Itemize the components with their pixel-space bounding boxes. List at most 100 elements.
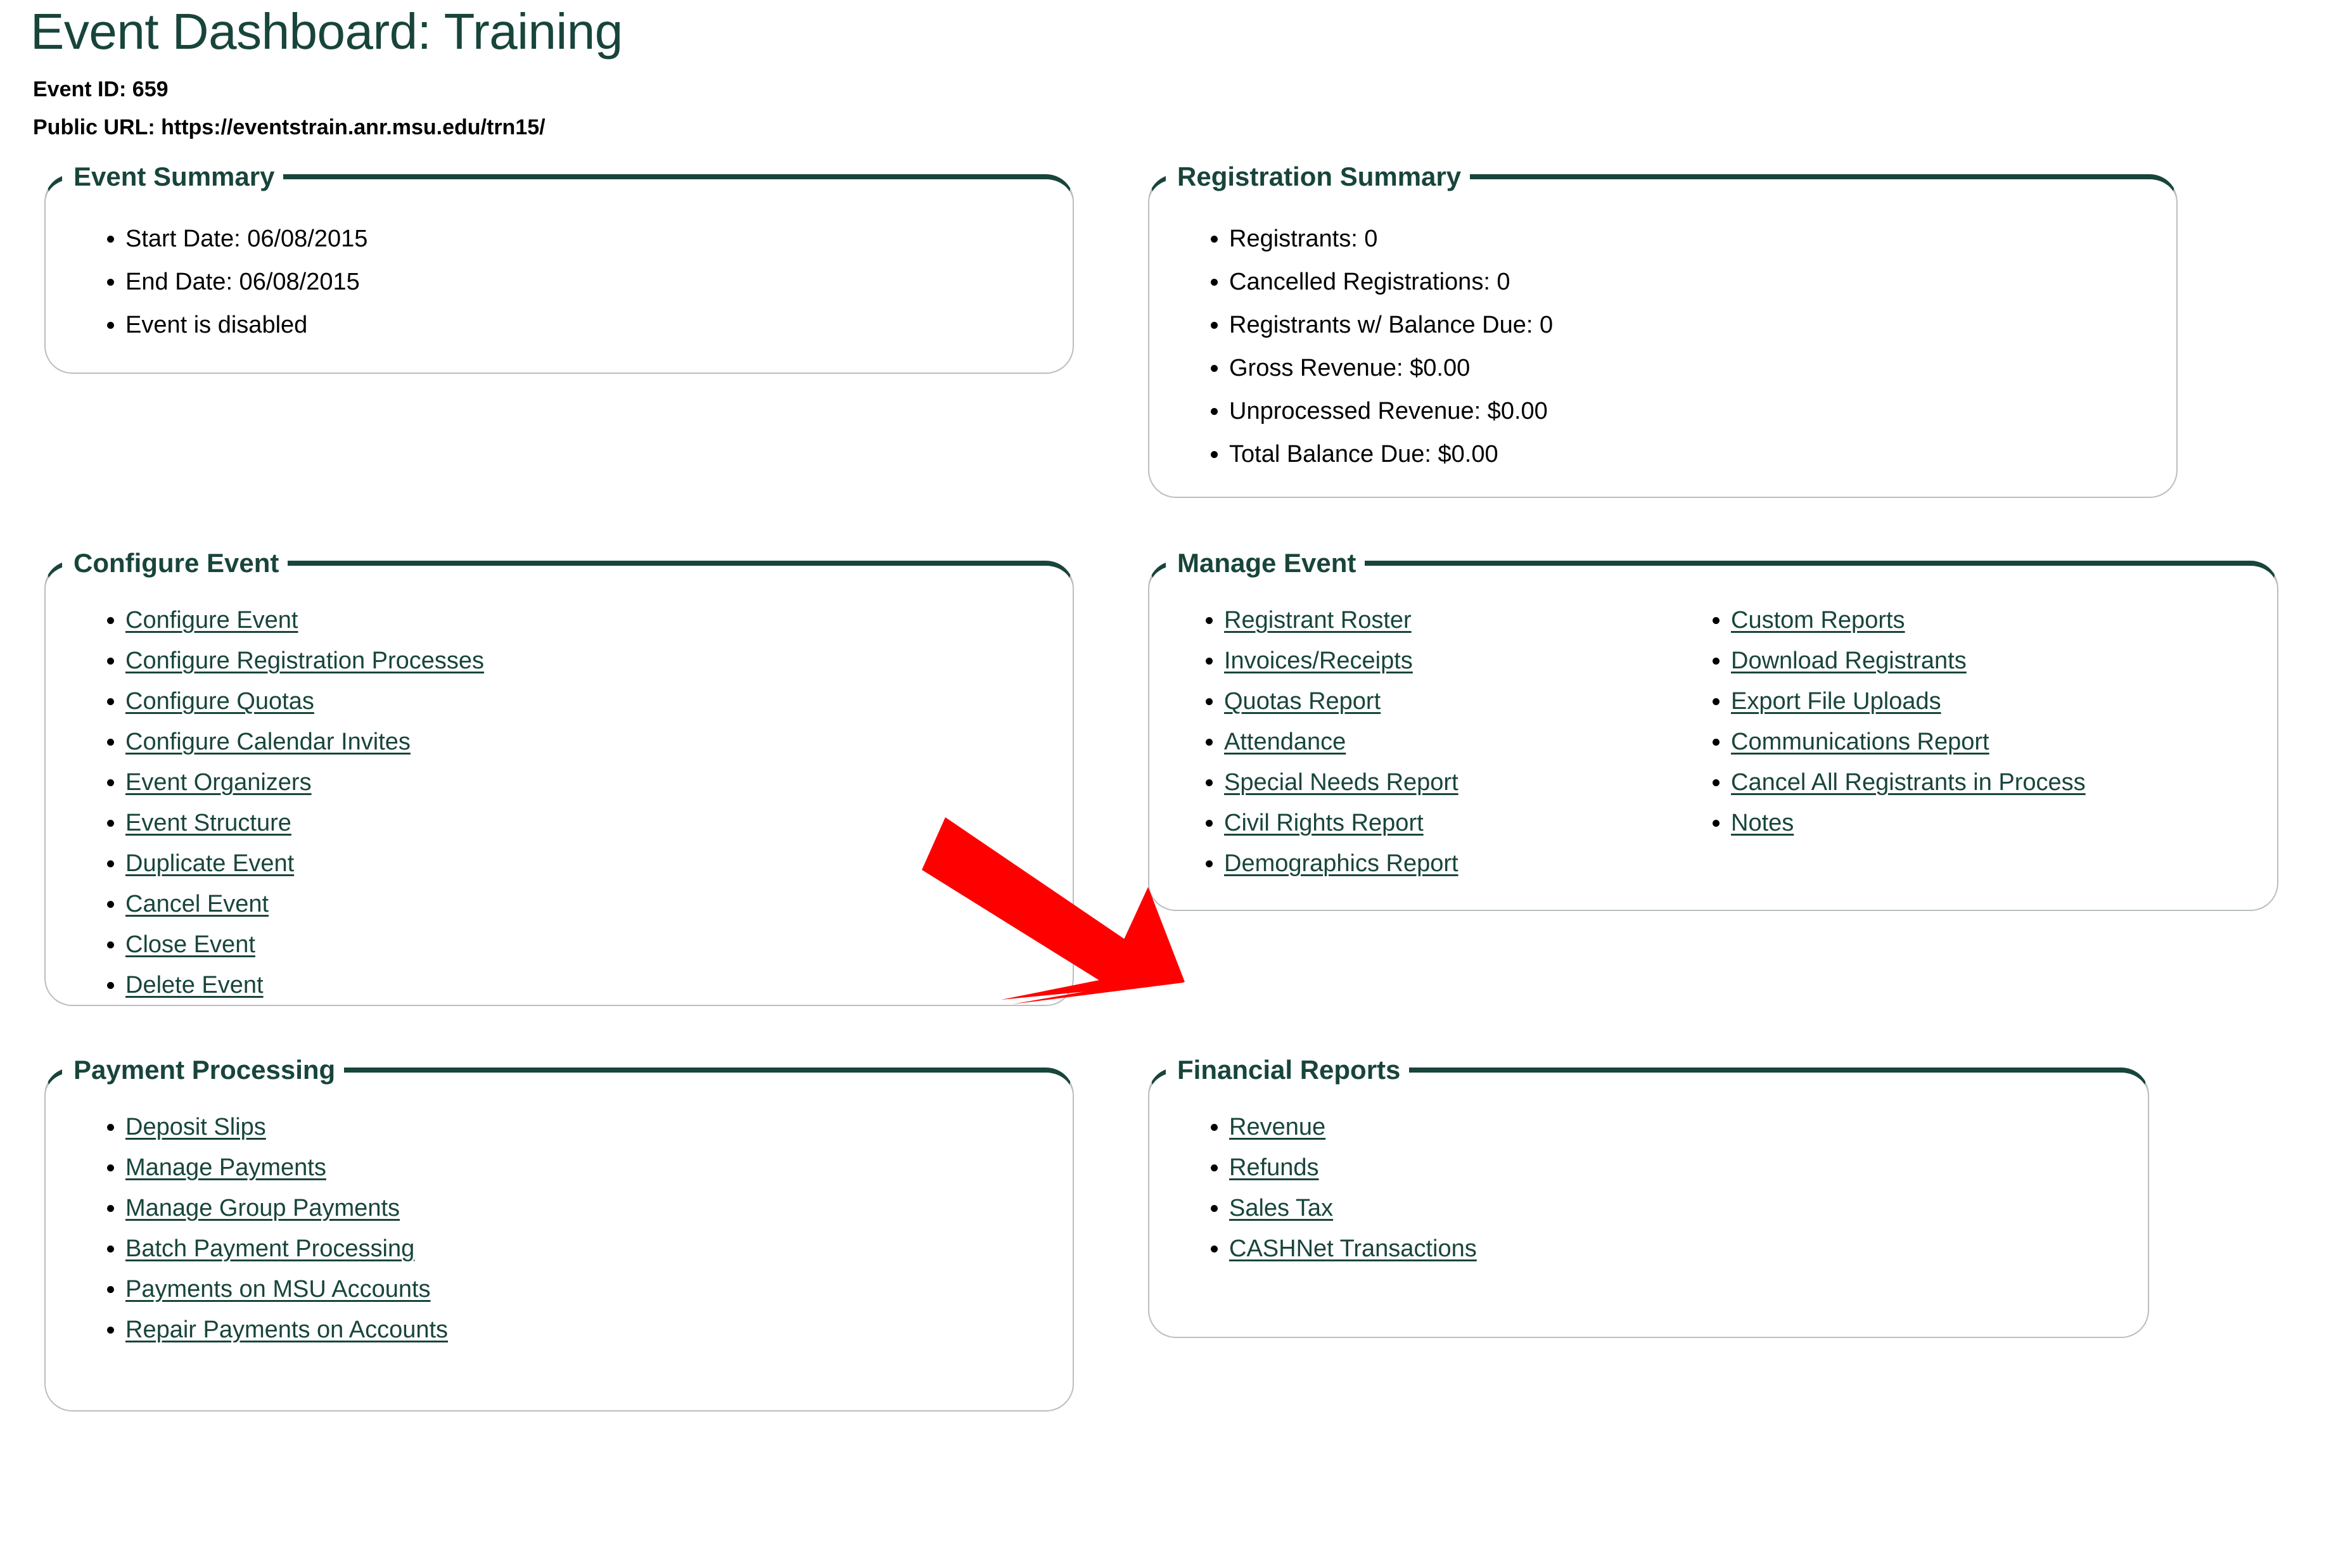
list-item: Delete Event: [125, 973, 1047, 997]
panel-grid: Event Summary Start Date: 06/08/2015 End…: [0, 163, 2336, 1412]
summary-left-column: Event Summary Start Date: 06/08/2015 End…: [0, 163, 1134, 498]
list-item: Event Organizers: [125, 770, 1047, 794]
list-item: Configure Event: [125, 608, 1047, 632]
link-demographics-report[interactable]: Demographics Report: [1224, 850, 1458, 877]
list-item: CASHNet Transactions: [1229, 1237, 2122, 1261]
link-sales-tax[interactable]: Sales Tax: [1229, 1195, 1333, 1221]
manage-event-link-list-1: Registrant Roster Invoices/Receipts Quot…: [1175, 608, 1682, 876]
link-close-event[interactable]: Close Event: [125, 931, 255, 958]
link-manage-payments[interactable]: Manage Payments: [125, 1154, 326, 1181]
actions-right-column: Manage Event Registrant Roster Invoices/…: [1134, 550, 2278, 1006]
list-item: Repair Payments on Accounts: [125, 1318, 1047, 1342]
list-item: Total Balance Due: $0.00: [1229, 442, 2151, 466]
manage-event-legend: Manage Event: [1177, 548, 1356, 578]
link-repair-payments-on-accounts[interactable]: Repair Payments on Accounts: [125, 1316, 448, 1343]
manage-event-link-list-2: Custom Reports Download Registrants Expo…: [1682, 608, 2252, 835]
actions-left-column: Configure Event Configure Event Configur…: [0, 550, 1134, 1006]
registration-summary-body: Registrants: 0 Cancelled Registrations: …: [1149, 190, 2176, 499]
list-item: Communications Report: [1731, 730, 2252, 754]
financial-reports-body: Revenue Refunds Sales Tax CASHNet Transa…: [1149, 1083, 2148, 1310]
list-item: Batch Payment Processing: [125, 1237, 1047, 1261]
link-deposit-slips[interactable]: Deposit Slips: [125, 1114, 266, 1140]
list-item: Event is disabled: [125, 313, 1047, 337]
list-item: Configure Calendar Invites: [125, 730, 1047, 754]
link-configure-registration-processes[interactable]: Configure Registration Processes: [125, 647, 484, 674]
link-batch-payment-processing[interactable]: Batch Payment Processing: [125, 1235, 414, 1262]
public-url-label: Public URL: https://eventstrain.anr.msu.…: [33, 115, 546, 139]
list-item: Download Registrants: [1731, 649, 2252, 673]
list-item: Manage Group Payments: [125, 1196, 1047, 1220]
list-item: Refunds: [1229, 1156, 2122, 1180]
link-event-structure[interactable]: Event Structure: [125, 810, 291, 836]
manage-event-panel: Manage Event Registrant Roster Invoices/…: [1148, 550, 2278, 911]
link-civil-rights-report[interactable]: Civil Rights Report: [1224, 810, 1424, 836]
list-item: Civil Rights Report: [1224, 811, 1682, 835]
link-cashnet-transactions[interactable]: CASHNet Transactions: [1229, 1235, 1477, 1262]
link-custom-reports[interactable]: Custom Reports: [1731, 607, 1905, 634]
financial-reports-link-list: Revenue Refunds Sales Tax CASHNet Transa…: [1175, 1115, 2122, 1261]
list-item: Demographics Report: [1224, 851, 1682, 876]
link-configure-calendar-invites[interactable]: Configure Calendar Invites: [125, 729, 411, 755]
manage-event-body: Registrant Roster Invoices/Receipts Quot…: [1149, 577, 2277, 925]
list-item: Sales Tax: [1229, 1196, 2122, 1220]
page-title: Event Dashboard: Training: [30, 3, 623, 60]
list-item: Attendance: [1224, 730, 1682, 754]
summary-row: Event Summary Start Date: 06/08/2015 End…: [0, 163, 2336, 498]
registration-summary-panel: Registration Summary Registrants: 0 Canc…: [1148, 163, 2178, 498]
manage-event-column-1: Registrant Roster Invoices/Receipts Quot…: [1175, 608, 1682, 892]
payments-right-column: Financial Reports Revenue Refunds Sales …: [1134, 1057, 2268, 1412]
list-item: Unprocessed Revenue: $0.00: [1229, 399, 2151, 423]
list-item: Revenue: [1229, 1115, 2122, 1139]
list-item: Special Needs Report: [1224, 770, 1682, 794]
link-special-needs-report[interactable]: Special Needs Report: [1224, 769, 1458, 796]
event-summary-panel: Event Summary Start Date: 06/08/2015 End…: [44, 163, 1074, 374]
link-event-organizers[interactable]: Event Organizers: [125, 769, 312, 796]
financial-reports-panel: Financial Reports Revenue Refunds Sales …: [1148, 1057, 2149, 1338]
actions-row: Configure Event Configure Event Configur…: [0, 550, 2336, 1006]
registration-summary-list: Registrants: 0 Cancelled Registrations: …: [1175, 227, 2151, 466]
registration-summary-legend: Registration Summary: [1177, 162, 1462, 191]
link-download-registrants[interactable]: Download Registrants: [1731, 647, 1967, 674]
payments-left-column: Payment Processing Deposit Slips Manage …: [0, 1057, 1134, 1412]
list-item: Close Event: [125, 933, 1047, 957]
list-item: Custom Reports: [1731, 608, 2252, 632]
configure-event-body: Configure Event Configure Registration P…: [46, 577, 1073, 1047]
list-item: Configure Quotas: [125, 689, 1047, 713]
list-item: Cancel All Registrants in Process: [1731, 770, 2252, 794]
link-payments-on-msu-accounts[interactable]: Payments on MSU Accounts: [125, 1276, 431, 1303]
configure-event-link-list: Configure Event Configure Registration P…: [71, 608, 1047, 997]
configure-event-panel: Configure Event Configure Event Configur…: [44, 550, 1074, 1006]
link-configure-event[interactable]: Configure Event: [125, 607, 298, 634]
configure-event-legend: Configure Event: [73, 548, 279, 578]
list-item: Start Date: 06/08/2015: [125, 227, 1047, 251]
link-attendance[interactable]: Attendance: [1224, 729, 1346, 755]
link-export-file-uploads[interactable]: Export File Uploads: [1731, 688, 1941, 715]
link-cancel-all-registrants-in-process[interactable]: Cancel All Registrants in Process: [1731, 769, 2086, 796]
link-revenue[interactable]: Revenue: [1229, 1114, 1325, 1140]
financial-reports-legend: Financial Reports: [1177, 1055, 1401, 1085]
list-item: Cancelled Registrations: 0: [1229, 270, 2151, 294]
link-cancel-event[interactable]: Cancel Event: [125, 891, 269, 917]
list-item: Quotas Report: [1224, 689, 1682, 713]
link-configure-quotas[interactable]: Configure Quotas: [125, 688, 314, 715]
link-delete-event[interactable]: Delete Event: [125, 972, 264, 998]
link-manage-group-payments[interactable]: Manage Group Payments: [125, 1195, 400, 1221]
payment-processing-body: Deposit Slips Manage Payments Manage Gro…: [46, 1083, 1073, 1391]
link-duplicate-event[interactable]: Duplicate Event: [125, 850, 294, 877]
link-invoices-receipts[interactable]: Invoices/Receipts: [1224, 647, 1413, 674]
payment-processing-link-list: Deposit Slips Manage Payments Manage Gro…: [71, 1115, 1047, 1342]
list-item: Cancel Event: [125, 892, 1047, 916]
link-notes[interactable]: Notes: [1731, 810, 1794, 836]
list-item: End Date: 06/08/2015: [125, 270, 1047, 294]
summary-right-column: Registration Summary Registrants: 0 Canc…: [1134, 163, 2268, 498]
list-item: Payments on MSU Accounts: [125, 1277, 1047, 1301]
link-quotas-report[interactable]: Quotas Report: [1224, 688, 1381, 715]
event-summary-list: Start Date: 06/08/2015 End Date: 06/08/2…: [71, 227, 1047, 337]
list-item: Registrants: 0: [1229, 227, 2151, 251]
link-registrant-roster[interactable]: Registrant Roster: [1224, 607, 1412, 634]
link-communications-report[interactable]: Communications Report: [1731, 729, 1989, 755]
event-summary-legend: Event Summary: [73, 162, 275, 191]
link-refunds[interactable]: Refunds: [1229, 1154, 1319, 1181]
list-item: Event Structure: [125, 811, 1047, 835]
list-item: Notes: [1731, 811, 2252, 835]
